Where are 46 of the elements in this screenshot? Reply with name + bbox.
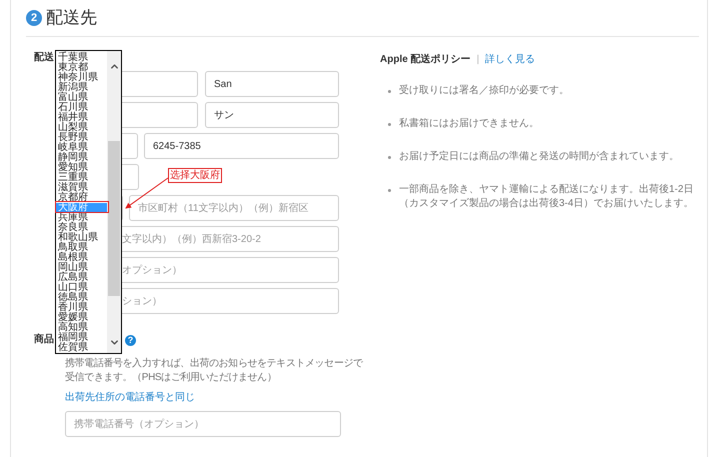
- policy-item: お届け予定日には商品の準備と発送の時間が含まれています。: [399, 150, 679, 164]
- policy-item: 私書箱にはお届けできません。: [399, 117, 539, 131]
- input-field[interactable]: 携帯電話番号（オプション）: [65, 411, 341, 437]
- input-field[interactable]: サン: [205, 102, 339, 128]
- sms-description: 携帯電話番号を入力すれば、出荷のお知らせをテキストメッセージで受信できます。（PHSはご利用いただけません）: [65, 357, 364, 385]
- dropdown-option[interactable]: 神奈川県: [56, 73, 107, 83]
- dropdown-option[interactable]: 三重県: [56, 173, 107, 183]
- bullet-icon: [388, 189, 391, 192]
- same-phone-link[interactable]: 出荷先住所の電話番号と同じ: [65, 392, 195, 404]
- input-field[interactable]: San: [205, 71, 339, 97]
- input-field[interactable]: 市区町村（11文字以内）（例）新宿区: [129, 195, 339, 221]
- dropdown-option[interactable]: 佐賀県: [56, 343, 107, 353]
- help-icon[interactable]: ?: [125, 334, 136, 346]
- dropdown-option[interactable]: 山梨県: [56, 123, 107, 133]
- bullet-icon: [388, 123, 391, 126]
- dropdown-option[interactable]: 長野県: [56, 133, 107, 143]
- input-field[interactable]: 6245-7385: [144, 133, 339, 159]
- scrollbar[interactable]: [107, 51, 121, 353]
- section-title: 配送先: [46, 7, 97, 30]
- dropdown-option[interactable]: 千葉県: [56, 53, 107, 63]
- field-label: 商品: [34, 334, 54, 346]
- annotation-label: 选择大阪府: [168, 168, 222, 183]
- dropdown-option[interactable]: 東京都: [56, 63, 107, 73]
- dropdown-option[interactable]: 京都府: [56, 193, 107, 203]
- dropdown-option[interactable]: 新潟県: [56, 83, 107, 93]
- dropdown-option[interactable]: 岐阜県: [56, 143, 107, 153]
- dropdown-option[interactable]: 愛知県: [56, 163, 107, 173]
- highlight-frame: [55, 201, 109, 213]
- scrollbar-thumb[interactable]: [108, 141, 120, 296]
- dropdown-option[interactable]: 福岡県: [56, 333, 107, 343]
- dropdown-option[interactable]: 福井県: [56, 113, 107, 123]
- dropdown-option[interactable]: 石川県: [56, 103, 107, 113]
- dropdown-option[interactable]: 静岡県: [56, 153, 107, 163]
- details-link[interactable]: 詳しく見る: [485, 52, 536, 67]
- dropdown-option[interactable]: 愛媛県: [56, 313, 107, 323]
- policy-title: Apple 配送ポリシー: [380, 52, 471, 67]
- bullet-icon: [388, 156, 391, 159]
- separator: |: [476, 53, 480, 67]
- dropdown-option[interactable]: 富山県: [56, 93, 107, 103]
- dropdown-option[interactable]: 高知県: [56, 323, 107, 333]
- step-number: 2: [26, 10, 42, 26]
- dropdown-option[interactable]: 滋賀県: [56, 183, 107, 193]
- field-label: 配送: [34, 52, 54, 64]
- policy-item: 一部商品を除き、ヤマト運輸による配送になります。出荷後1-2日（カスタマイズ製品の場合は出荷後3-4日）でお届けいたします。: [399, 183, 694, 211]
- policy-item: 受け取りには署名／捺印が必要です。: [399, 84, 569, 98]
- bullet-icon: [388, 90, 391, 93]
